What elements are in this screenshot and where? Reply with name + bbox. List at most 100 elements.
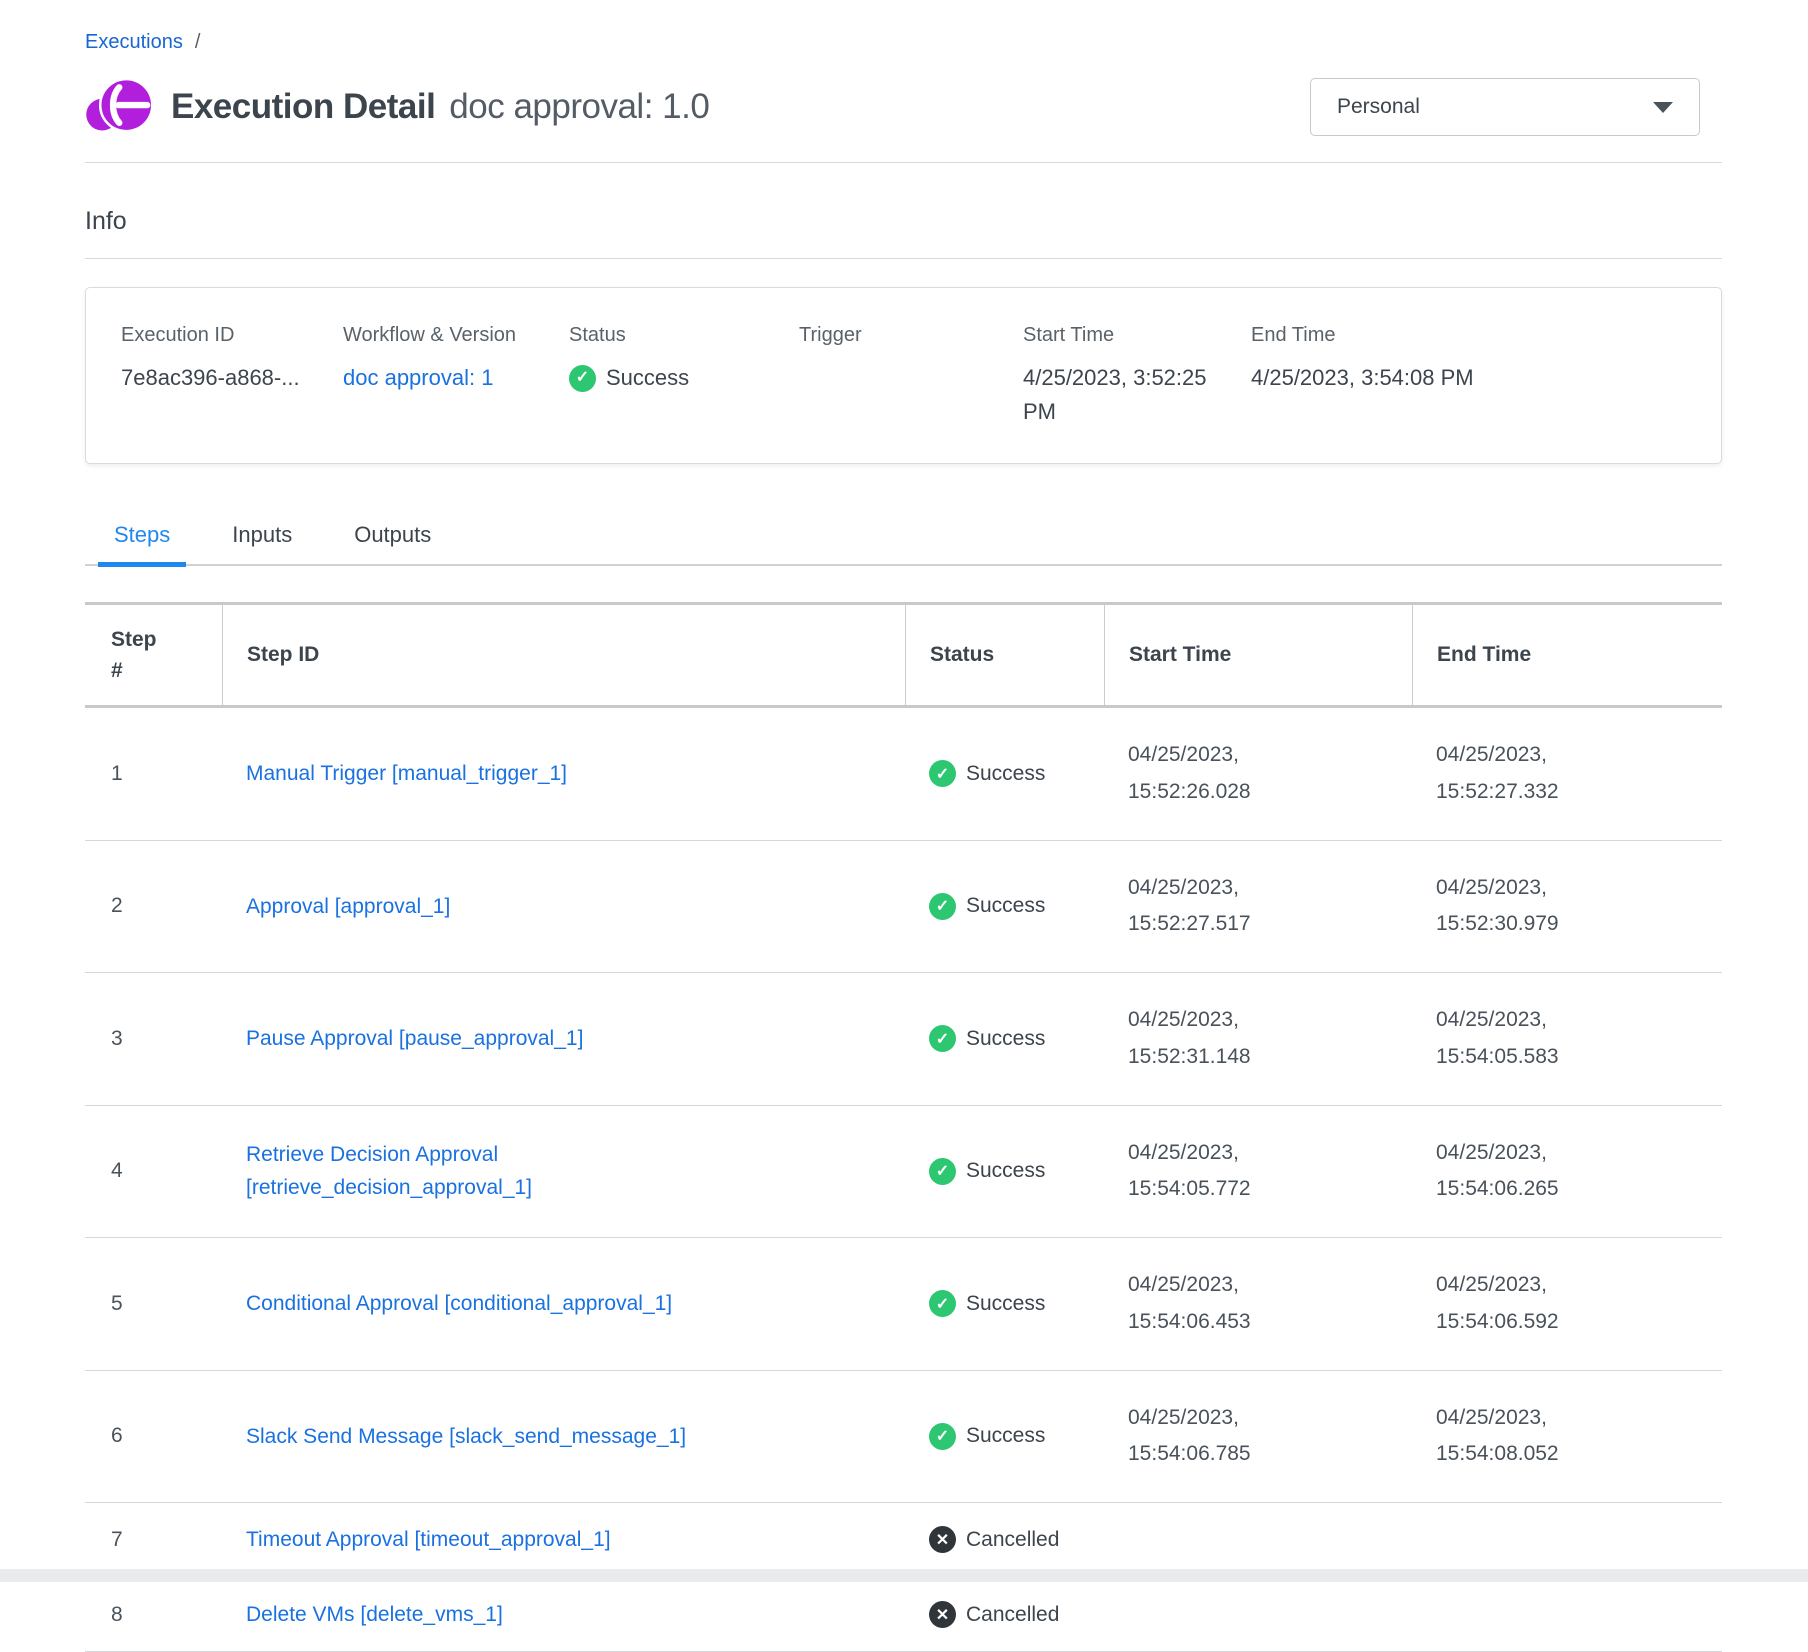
table-row: 1 Manual Trigger [manual_trigger_1] ✓ Su…: [85, 708, 1722, 841]
info-field-start-time: Start Time 4/25/2023, 3:52:25 PM: [1023, 324, 1251, 429]
success-check-icon: ✓: [929, 1025, 956, 1052]
column-header-step-number: Step #: [85, 605, 222, 705]
info-field-trigger: Trigger: [799, 324, 1023, 429]
table-row: 8 Delete VMs [delete_vms_1] ✕ Cancelled: [85, 1578, 1722, 1652]
cancelled-x-icon: ✕: [929, 1601, 956, 1628]
step-number: 5: [85, 1292, 222, 1316]
step-id-link[interactable]: Conditional Approval [conditional_approv…: [246, 1292, 672, 1315]
end-time-line: 15:54:06.592: [1436, 1304, 1702, 1341]
end-time-cell: 04/25/2023, 15:54:08.052: [1412, 1400, 1722, 1474]
info-field-execution-id: Execution ID 7e8ac396-a868-...: [121, 324, 343, 429]
start-date-line: 04/25/2023,: [1128, 737, 1392, 774]
steps-table: Step # Step ID Status Start Time End Tim…: [85, 602, 1722, 1652]
info-section-title: Info: [85, 207, 1722, 259]
column-header-status: Status: [905, 605, 1104, 705]
status-value: Success: [606, 361, 689, 395]
page-header: Execution Detail doc approval: 1.0 Perso…: [85, 76, 1722, 163]
table-header: Step # Step ID Status Start Time End Tim…: [85, 605, 1722, 708]
end-date-line: 04/25/2023,: [1436, 870, 1702, 907]
bottom-page-edge: [0, 1569, 1808, 1582]
end-date-line: 04/25/2023,: [1436, 1400, 1702, 1437]
step-number: 2: [85, 894, 222, 918]
execution-id-value: 7e8ac396-a868-...: [121, 361, 327, 395]
info-field-workflow-version: Workflow & Version doc approval: 1: [343, 324, 569, 429]
start-time-line: 15:52:26.028: [1128, 774, 1392, 811]
step-id-link[interactable]: Slack Send Message [slack_send_message_1…: [246, 1425, 686, 1448]
status-cell: ✓ Success: [905, 1025, 1104, 1052]
workflow-icon: [85, 76, 151, 138]
step-number: 7: [85, 1528, 222, 1552]
page-title: Execution Detail: [171, 87, 435, 127]
status-cell: ✓ Success: [905, 893, 1104, 920]
start-time-line: 15:52:31.148: [1128, 1039, 1392, 1076]
column-header-end-time: End Time: [1412, 605, 1722, 705]
success-check-icon: ✓: [569, 365, 596, 392]
success-check-icon: ✓: [929, 1290, 956, 1317]
cancelled-x-icon: ✕: [929, 1526, 956, 1553]
info-card: Execution ID 7e8ac396-a868-... Workflow …: [85, 287, 1722, 464]
end-date-line: 04/25/2023,: [1436, 1002, 1702, 1039]
info-field-status: Status ✓Success: [569, 324, 799, 429]
workflow-version-link[interactable]: doc approval: 1: [343, 365, 493, 390]
step-id-link[interactable]: Manual Trigger [manual_trigger_1]: [246, 762, 567, 785]
status-label: Cancelled: [966, 1603, 1059, 1627]
end-time-cell: 04/25/2023, 15:54:06.265: [1412, 1135, 1722, 1209]
status-cell: ✕ Cancelled: [905, 1526, 1104, 1553]
table-row: 5 Conditional Approval [conditional_appr…: [85, 1238, 1722, 1371]
step-id-link[interactable]: Approval [approval_1]: [246, 895, 450, 918]
start-time-cell: 04/25/2023, 15:52:26.028: [1104, 737, 1412, 811]
table-row: 6 Slack Send Message [slack_send_message…: [85, 1371, 1722, 1504]
start-time-line: 15:54:06.453: [1128, 1304, 1392, 1341]
step-id-link[interactable]: Delete VMs [delete_vms_1]: [246, 1603, 503, 1626]
breadcrumb: Executions/: [85, 0, 1722, 54]
end-date-line: 04/25/2023,: [1436, 737, 1702, 774]
start-time-cell: 04/25/2023, 15:54:06.453: [1104, 1267, 1412, 1341]
table-row: 2 Approval [approval_1] ✓ Success 04/25/…: [85, 841, 1722, 974]
step-number: 1: [85, 762, 222, 786]
step-number: 8: [85, 1603, 222, 1627]
step-id-link[interactable]: Timeout Approval [timeout_approval_1]: [246, 1528, 611, 1551]
status-cell: ✓ Success: [905, 1423, 1104, 1450]
success-check-icon: ✓: [929, 893, 956, 920]
status-cell: ✕ Cancelled: [905, 1601, 1104, 1628]
info-label: Workflow & Version: [343, 324, 553, 347]
step-number: 4: [85, 1159, 222, 1183]
end-time-line: 15:54:08.052: [1436, 1436, 1702, 1473]
info-label: Trigger: [799, 324, 1007, 347]
page-subtitle: doc approval: 1.0: [449, 87, 709, 127]
info-label: Execution ID: [121, 324, 327, 347]
success-check-icon: ✓: [929, 1158, 956, 1185]
tab-outputs[interactable]: Outputs: [338, 522, 447, 564]
end-date-line: 04/25/2023,: [1436, 1135, 1702, 1172]
step-number: 3: [85, 1027, 222, 1051]
start-time-cell: 04/25/2023, 15:54:06.785: [1104, 1400, 1412, 1474]
end-time-value: 4/25/2023, 3:54:08 PM: [1251, 361, 1485, 395]
start-time-line: 15:54:06.785: [1128, 1436, 1392, 1473]
status-cell: ✓ Success: [905, 1158, 1104, 1185]
status-label: Success: [966, 1292, 1045, 1316]
start-date-line: 04/25/2023,: [1128, 1400, 1392, 1437]
start-time-value: 4/25/2023, 3:52:25 PM: [1023, 361, 1235, 429]
step-id-link[interactable]: Pause Approval [pause_approval_1]: [246, 1027, 583, 1050]
tab-inputs[interactable]: Inputs: [216, 522, 308, 564]
end-time-line: 15:52:27.332: [1436, 774, 1702, 811]
start-time-cell: 04/25/2023, 15:52:27.517: [1104, 870, 1412, 944]
breadcrumb-executions-link[interactable]: Executions: [85, 31, 183, 53]
start-date-line: 04/25/2023,: [1128, 1135, 1392, 1172]
end-time-line: 15:54:05.583: [1436, 1039, 1702, 1076]
scope-dropdown[interactable]: Personal: [1310, 78, 1700, 136]
status-cell: ✓ Success: [905, 760, 1104, 787]
chevron-down-icon: [1653, 102, 1673, 113]
tab-steps[interactable]: Steps: [98, 522, 186, 564]
table-body: 1 Manual Trigger [manual_trigger_1] ✓ Su…: [85, 708, 1722, 1652]
step-id-link[interactable]: Retrieve Decision Approval [retrieve_dec…: [246, 1143, 532, 1200]
end-time-cell: 04/25/2023, 15:52:30.979: [1412, 870, 1722, 944]
start-date-line: 04/25/2023,: [1128, 1267, 1392, 1304]
end-time-cell: 04/25/2023, 15:54:05.583: [1412, 1002, 1722, 1076]
step-number: 6: [85, 1424, 222, 1448]
end-time-cell: 04/25/2023, 15:52:27.332: [1412, 737, 1722, 811]
end-time-line: 15:54:06.265: [1436, 1171, 1702, 1208]
info-label: End Time: [1251, 324, 1485, 347]
status-cell: ✓ Success: [905, 1290, 1104, 1317]
status-label: Success: [966, 1027, 1045, 1051]
